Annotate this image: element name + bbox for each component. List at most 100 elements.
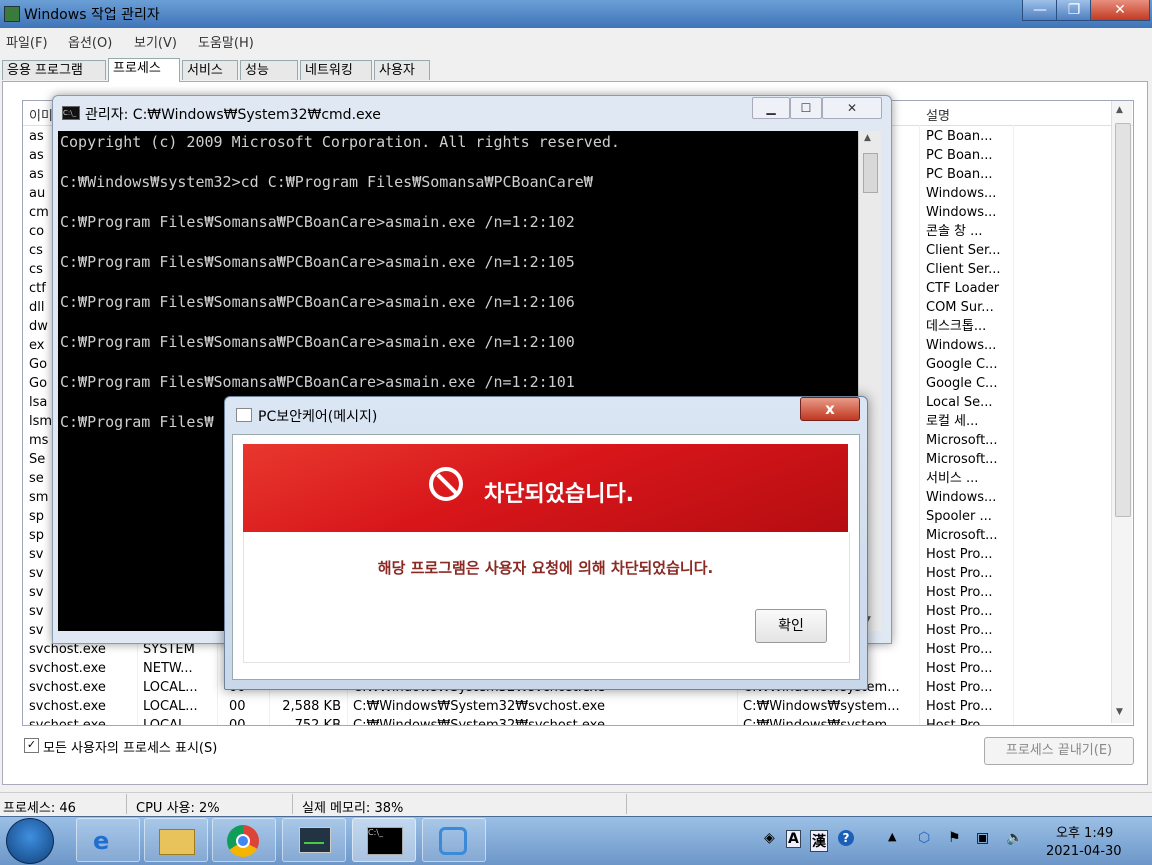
action-center-flag-icon[interactable]: ⚑	[948, 830, 961, 846]
pcboancare-taskbar-button[interactable]	[422, 818, 486, 862]
cell-desc: Host Pro...	[926, 699, 993, 714]
tab-users[interactable]: 사용자	[374, 60, 430, 80]
table-row[interactable]: svchost.exe LOCAL... 00 2,588 KB C:₩Windows₩…	[23, 697, 1133, 716]
process-description: Host Pro...	[926, 566, 993, 581]
console-line: C:₩Program Files₩Somansa₩PCBoanCare>asma…	[60, 253, 575, 271]
cmd-window-title: 관리자: C:₩Windows₩System32₩cmd.exe	[85, 107, 381, 123]
console-line: C:₩Windows₩system32>cd C:₩Program Files₩…	[60, 173, 593, 191]
close-button[interactable]: ✕	[1090, 0, 1150, 21]
ok-button[interactable]: 확인	[755, 609, 827, 643]
blocked-heading: 차단되었습니다.	[484, 482, 635, 507]
show-hidden-icons[interactable]: ▲	[888, 830, 896, 843]
cell-user: NETW...	[143, 661, 193, 676]
menu-view[interactable]: 보기(V)	[134, 32, 177, 51]
cmd-close-button[interactable]: ✕	[822, 97, 882, 119]
menu-file[interactable]: 파일(F)	[6, 32, 48, 51]
cell-user: LOCAL...	[143, 699, 198, 714]
status-memory-usage: 실제 메모리: 38%	[302, 801, 404, 816]
cmd-minimize-button[interactable]: ▁	[752, 97, 790, 119]
task-manager-taskbar-button[interactable]	[282, 818, 346, 862]
cell-path: C:₩Windows₩System32₩svchost.exe	[353, 699, 605, 714]
process-description: 로컬 세...	[926, 414, 979, 429]
process-description: PC Boan...	[926, 167, 993, 182]
process-description: Host Pro...	[926, 623, 993, 638]
cell-desc: Host Pro...	[926, 642, 993, 657]
menu-options[interactable]: 옵션(O)	[68, 32, 112, 51]
process-description: 서비스 ...	[926, 471, 979, 486]
cell-desc: Host Pro...	[926, 661, 993, 676]
console-line: Copyright (c) 2009 Microsoft Corporation…	[60, 133, 620, 151]
process-description: COM Sur...	[926, 300, 994, 315]
cell-desc: Host Pro...	[926, 680, 993, 695]
console-line: C:₩Program Files₩Somansa₩PCBoanCare>asma…	[60, 293, 575, 311]
cmd-maximize-button[interactable]: ☐	[790, 97, 822, 119]
cmd-taskbar-button[interactable]: C:\_	[352, 818, 416, 862]
tab-performance[interactable]: 성능	[240, 60, 298, 80]
process-description: Spooler ...	[926, 509, 992, 524]
dialog-close-button[interactable]: x	[800, 397, 860, 421]
process-description: Client Ser...	[926, 243, 1001, 258]
cell-cpu: 00	[229, 718, 246, 726]
cell-name: svchost.exe	[29, 718, 106, 726]
show-all-users-checkbox[interactable]: ✓	[24, 738, 39, 753]
dialog-app-icon	[236, 408, 252, 422]
console-line: C:₩Program Files₩	[60, 413, 214, 431]
list-scrollbar[interactable]: ▲ ▼	[1111, 101, 1132, 723]
minimize-button[interactable]: —	[1022, 0, 1058, 21]
ie-taskbar-button[interactable]: e	[76, 818, 140, 862]
cell-cmd: C:₩Windows₩system...	[743, 718, 900, 726]
cell-path: C:₩Windows₩System32₩svchost.exe	[353, 718, 605, 726]
blocked-message: 해당 프로그램은 사용자 요청에 의해 차단되었습니다.	[377, 559, 714, 577]
ime-help-icon[interactable]: ?	[838, 830, 854, 846]
process-description: Windows...	[926, 186, 997, 201]
process-description: PC Boan...	[926, 129, 993, 144]
start-button[interactable]	[6, 818, 54, 864]
cell-name: svchost.exe	[29, 699, 106, 714]
tab-services[interactable]: 서비스	[182, 60, 238, 80]
tab-applications[interactable]: 응용 프로그램	[2, 60, 106, 80]
process-description: Windows...	[926, 338, 997, 353]
tab-processes[interactable]: 프로세스	[108, 58, 180, 82]
process-description: PC Boan...	[926, 148, 993, 163]
process-description: Microsoft...	[926, 528, 998, 543]
ime-mode-icon[interactable]: A	[786, 830, 801, 848]
column-description-header[interactable]: 설명	[926, 105, 950, 124]
cmd-icon: C:\_	[62, 106, 80, 120]
cell-mem: 752 KB	[294, 718, 341, 726]
process-description: Google C...	[926, 376, 998, 391]
pcboancare-tray-icon[interactable]: ⬡	[918, 830, 930, 846]
window-title: Windows 작업 관리자	[24, 7, 160, 23]
console-line: C:₩Program Files₩Somansa₩PCBoanCare>asma…	[60, 333, 575, 351]
cell-cpu: 00	[229, 699, 246, 714]
console-line: C:₩Program Files₩Somansa₩PCBoanCare>asma…	[60, 373, 575, 391]
cell-name: svchost.exe	[29, 661, 106, 676]
menu-help[interactable]: 도움말(H)	[198, 32, 254, 51]
clock-time[interactable]: 오후 1:49	[1056, 822, 1113, 841]
window-titlebar[interactable]	[0, 0, 1152, 28]
table-row[interactable]: svchost.exe LOCAL 00 752 KB C:₩Windows₩Syste…	[23, 716, 1133, 726]
process-description: Microsoft...	[926, 433, 998, 448]
clock-date[interactable]: 2021-04-30	[1046, 844, 1122, 859]
status-cpu-usage: CPU 사용: 2%	[136, 801, 220, 816]
volume-icon[interactable]: 🔈	[1006, 830, 1023, 846]
process-description: Windows...	[926, 205, 997, 220]
process-description: Host Pro...	[926, 547, 993, 562]
hanja-icon[interactable]: 漢	[810, 830, 828, 852]
explorer-taskbar-button[interactable]	[144, 818, 208, 862]
network-shield-icon[interactable]: ◈	[764, 830, 775, 846]
tab-networking[interactable]: 네트워킹	[300, 60, 372, 80]
column-name-header[interactable]: 이미	[29, 105, 53, 124]
cell-user: LOCAL	[143, 718, 186, 726]
maximize-button[interactable]: ❐	[1056, 0, 1092, 21]
cell-mem: 2,588 KB	[282, 699, 341, 714]
network-icon[interactable]: ▣	[976, 830, 989, 846]
cell-name: svchost.exe	[29, 680, 106, 695]
message-area	[243, 532, 850, 663]
show-all-users-label: 모든 사용자의 프로세스 표시(S)	[43, 741, 218, 756]
process-description: 데스크톱...	[926, 319, 987, 334]
end-process-button[interactable]: 프로세스 끝내기(E)	[984, 737, 1134, 765]
cell-user: LOCAL...	[143, 680, 198, 695]
chrome-taskbar-button[interactable]	[212, 818, 276, 862]
process-description: Host Pro...	[926, 604, 993, 619]
process-description: CTF Loader	[926, 281, 1000, 296]
